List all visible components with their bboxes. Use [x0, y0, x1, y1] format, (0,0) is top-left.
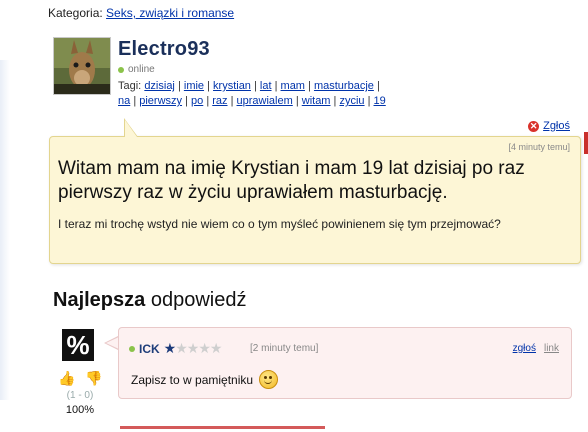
question-tags: Tagi: dzisiaj | imie | krystian | lat | … — [118, 79, 418, 109]
best-answer-heading: Najlepsza odpowiedź — [53, 289, 246, 312]
tag-separator: | — [207, 80, 210, 92]
tag-separator: | — [230, 95, 234, 107]
answer-username[interactable]: ICK — [139, 342, 160, 356]
question-body: I teraz mi trochę wstyd nie wiem co o ty… — [58, 217, 501, 231]
tags-label: Tagi: — [118, 80, 142, 92]
answer-time: [2 minuty temu] — [250, 343, 319, 354]
online-dot-icon — [118, 66, 124, 73]
tag-link[interactable]: uprawialem — [237, 95, 293, 107]
category-link[interactable]: Seks, związki i romanse — [106, 6, 234, 20]
answer-text: Zapisz to w pamiętniku — [131, 370, 279, 389]
tag-link[interactable]: raz — [212, 95, 227, 107]
tag-link[interactable]: pierwszy — [139, 95, 182, 107]
tag-separator: | — [133, 95, 137, 107]
answer-report-link[interactable]: zgłoś — [513, 343, 536, 354]
best-answer-heading-bold: Najlepsza — [53, 289, 146, 311]
answer-permalink[interactable]: link — [544, 343, 559, 354]
answer-bubble: ICK ★★★★★ [2 minuty temu] zgłoś link Zap… — [118, 327, 572, 399]
vote-percent: 100% — [65, 404, 95, 416]
star-empty-icon: ★★★★ — [175, 340, 222, 356]
tag-link[interactable]: dzisiaj — [144, 80, 175, 92]
tag-separator: | — [367, 95, 371, 107]
online-status-text: online — [128, 64, 155, 75]
tag-link[interactable]: witam — [302, 95, 331, 107]
star-filled-icon: ★ — [163, 340, 177, 356]
tag-link[interactable]: na — [118, 95, 130, 107]
tag-link[interactable]: 19 — [374, 95, 386, 107]
tag-separator: | — [274, 80, 278, 92]
tag-separator: | — [206, 95, 210, 107]
thumb-up-icon[interactable]: 👍 — [58, 371, 75, 386]
question-user-avatar[interactable] — [53, 37, 111, 95]
question-bubble-pointer-fill — [125, 120, 137, 137]
online-dot-icon — [129, 345, 135, 352]
llama-avatar-image — [54, 38, 110, 94]
report-link[interactable]: Zgłoś — [543, 120, 570, 132]
left-edge-shadow — [0, 60, 10, 400]
tag-link[interactable]: lat — [260, 80, 272, 92]
answer-text-content: Zapisz to w pamiętniku — [131, 372, 254, 387]
answer-user-avatar[interactable]: % — [62, 329, 94, 361]
thumb-down-icon[interactable]: 👎 — [85, 371, 102, 386]
tag-separator: | — [185, 95, 188, 107]
online-status: online — [118, 64, 155, 75]
tag-link[interactable]: mam — [281, 80, 305, 92]
user-rating-stars: ★★★★★ — [163, 340, 223, 357]
right-edge-marker — [584, 132, 588, 154]
report-icon: ✕ — [528, 120, 540, 132]
vote-count: (1 - 0) — [66, 390, 94, 401]
tag-separator: | — [295, 95, 299, 107]
answer-actions: zgłoś link — [513, 343, 559, 354]
tag-link[interactable]: imie — [184, 80, 204, 92]
tag-separator: | — [177, 80, 181, 92]
tag-link[interactable]: krystian — [213, 80, 251, 92]
tag-separator: | — [254, 80, 257, 92]
tag-link[interactable]: masturbacje — [314, 80, 374, 92]
question-report-button[interactable]: ✕ Zgłoś — [528, 120, 570, 132]
tag-separator: | — [376, 80, 380, 92]
tag-separator: | — [333, 95, 337, 107]
tag-link[interactable]: po — [191, 95, 203, 107]
bottom-divider — [120, 426, 325, 429]
tag-separator: | — [308, 80, 311, 92]
tag-link[interactable]: zyciu — [339, 95, 364, 107]
vote-buttons: 👍 👎 — [58, 371, 102, 386]
question-bubble: [4 minuty temu] Witam mam na imię Krysti… — [49, 136, 581, 264]
question-title: Witam mam na imię Krystian i mam 19 lat … — [58, 158, 525, 203]
question-time: [4 minuty temu] — [508, 142, 570, 152]
question-username[interactable]: Electro93 — [118, 38, 210, 61]
best-answer-heading-rest: odpowiedź — [150, 289, 247, 311]
smiley-icon — [259, 370, 279, 389]
answer-user: ICK ★★★★★ — [129, 340, 223, 357]
category-breadcrumb: Kategoria: Seks, związki i romanse — [48, 6, 234, 20]
category-label: Kategoria: — [48, 6, 103, 20]
